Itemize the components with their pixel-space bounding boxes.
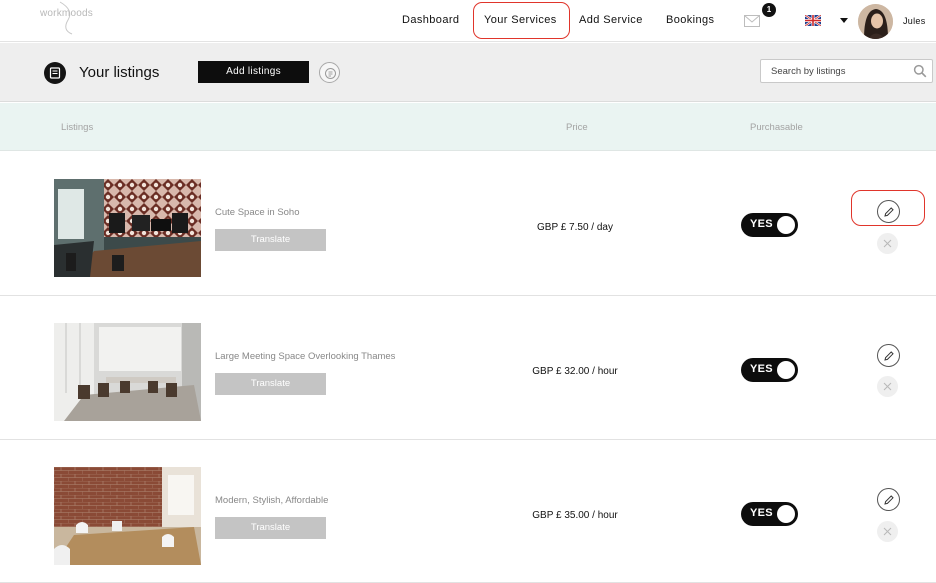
pencil-icon <box>884 207 894 217</box>
listing-photo <box>54 323 201 421</box>
listing-photo <box>54 467 201 565</box>
column-header-price: Price <box>566 122 588 133</box>
remove-listing-button[interactable] <box>877 233 898 254</box>
listing-photo <box>54 179 201 277</box>
search-input[interactable] <box>771 64 906 79</box>
nav-dashboard-link[interactable]: Dashboard <box>402 14 459 26</box>
brand-logo[interactable]: workmoods <box>40 8 93 19</box>
listing-price: GBP £ 35.00 / hour <box>532 510 618 521</box>
listing-price: GBP £ 7.50 / day <box>537 222 613 233</box>
toggle-knob <box>777 505 795 523</box>
listing-thumbnail[interactable] <box>54 323 201 421</box>
table-row: Large Meeting Space Overlooking Thames T… <box>0 296 936 440</box>
user-name[interactable]: Jules <box>903 16 926 26</box>
language-dropdown-caret-icon[interactable] <box>840 18 848 23</box>
column-header-listings: Listings <box>61 122 94 133</box>
remove-listing-button[interactable] <box>877 376 898 397</box>
nav-your-services-link[interactable]: Your Services <box>484 14 557 26</box>
close-icon <box>883 239 892 248</box>
listing-price: GBP £ 32.00 / hour <box>532 366 618 377</box>
listings-header: Your listings Add listings <box>0 43 936 102</box>
purchasable-toggle[interactable]: YES <box>741 502 798 526</box>
translate-button[interactable]: Translate <box>215 229 326 251</box>
translate-button[interactable]: Translate <box>215 517 326 539</box>
listings-icon <box>44 62 66 84</box>
nav-add-service-link[interactable]: Add Service <box>579 14 643 26</box>
nav-bookings-link[interactable]: Bookings <box>666 14 714 26</box>
listing-thumbnail[interactable] <box>54 467 201 565</box>
close-icon <box>883 527 892 536</box>
avatar-photo <box>858 4 893 39</box>
toggle-knob <box>777 361 795 379</box>
table-row: Modern, Stylish, Affordable Translate GB… <box>0 440 936 583</box>
listing-title[interactable]: Large Meeting Space Overlooking Thames <box>215 351 395 362</box>
translate-button[interactable]: Translate <box>215 373 326 395</box>
pencil-icon <box>884 495 894 505</box>
listing-info-icon[interactable] <box>319 62 340 83</box>
page-title: Your listings <box>79 64 160 81</box>
purchasable-toggle[interactable]: YES <box>741 213 798 237</box>
edit-listing-button[interactable] <box>877 200 900 223</box>
mail-count-badge: 1 <box>762 3 776 17</box>
column-header-purchasable: Purchasable <box>750 122 803 133</box>
listing-title[interactable]: Modern, Stylish, Affordable <box>215 495 328 506</box>
user-avatar[interactable] <box>858 4 893 39</box>
edit-listing-button[interactable] <box>877 344 900 367</box>
add-listings-button[interactable]: Add listings <box>198 61 309 83</box>
toggle-label: YES <box>750 363 773 375</box>
search-box <box>760 59 933 83</box>
listing-title[interactable]: Cute Space in Soho <box>215 207 300 218</box>
mail-icon[interactable] <box>744 15 760 27</box>
toggle-label: YES <box>750 507 773 519</box>
top-navigation: workmoods Dashboard Your Services Add Se… <box>0 0 936 42</box>
pencil-icon <box>884 351 894 361</box>
toggle-label: YES <box>750 218 773 230</box>
search-icon[interactable] <box>913 64 927 78</box>
uk-flag-icon[interactable] <box>805 15 821 26</box>
purchasable-toggle[interactable]: YES <box>741 358 798 382</box>
edit-listing-button[interactable] <box>877 488 900 511</box>
table-row: Cute Space in Soho Translate GBP £ 7.50 … <box>0 152 936 296</box>
close-icon <box>883 382 892 391</box>
toggle-knob <box>777 216 795 234</box>
remove-listing-button[interactable] <box>877 521 898 542</box>
listing-thumbnail[interactable] <box>54 179 201 277</box>
table-column-header: Listings Price Purchasable <box>0 103 936 151</box>
